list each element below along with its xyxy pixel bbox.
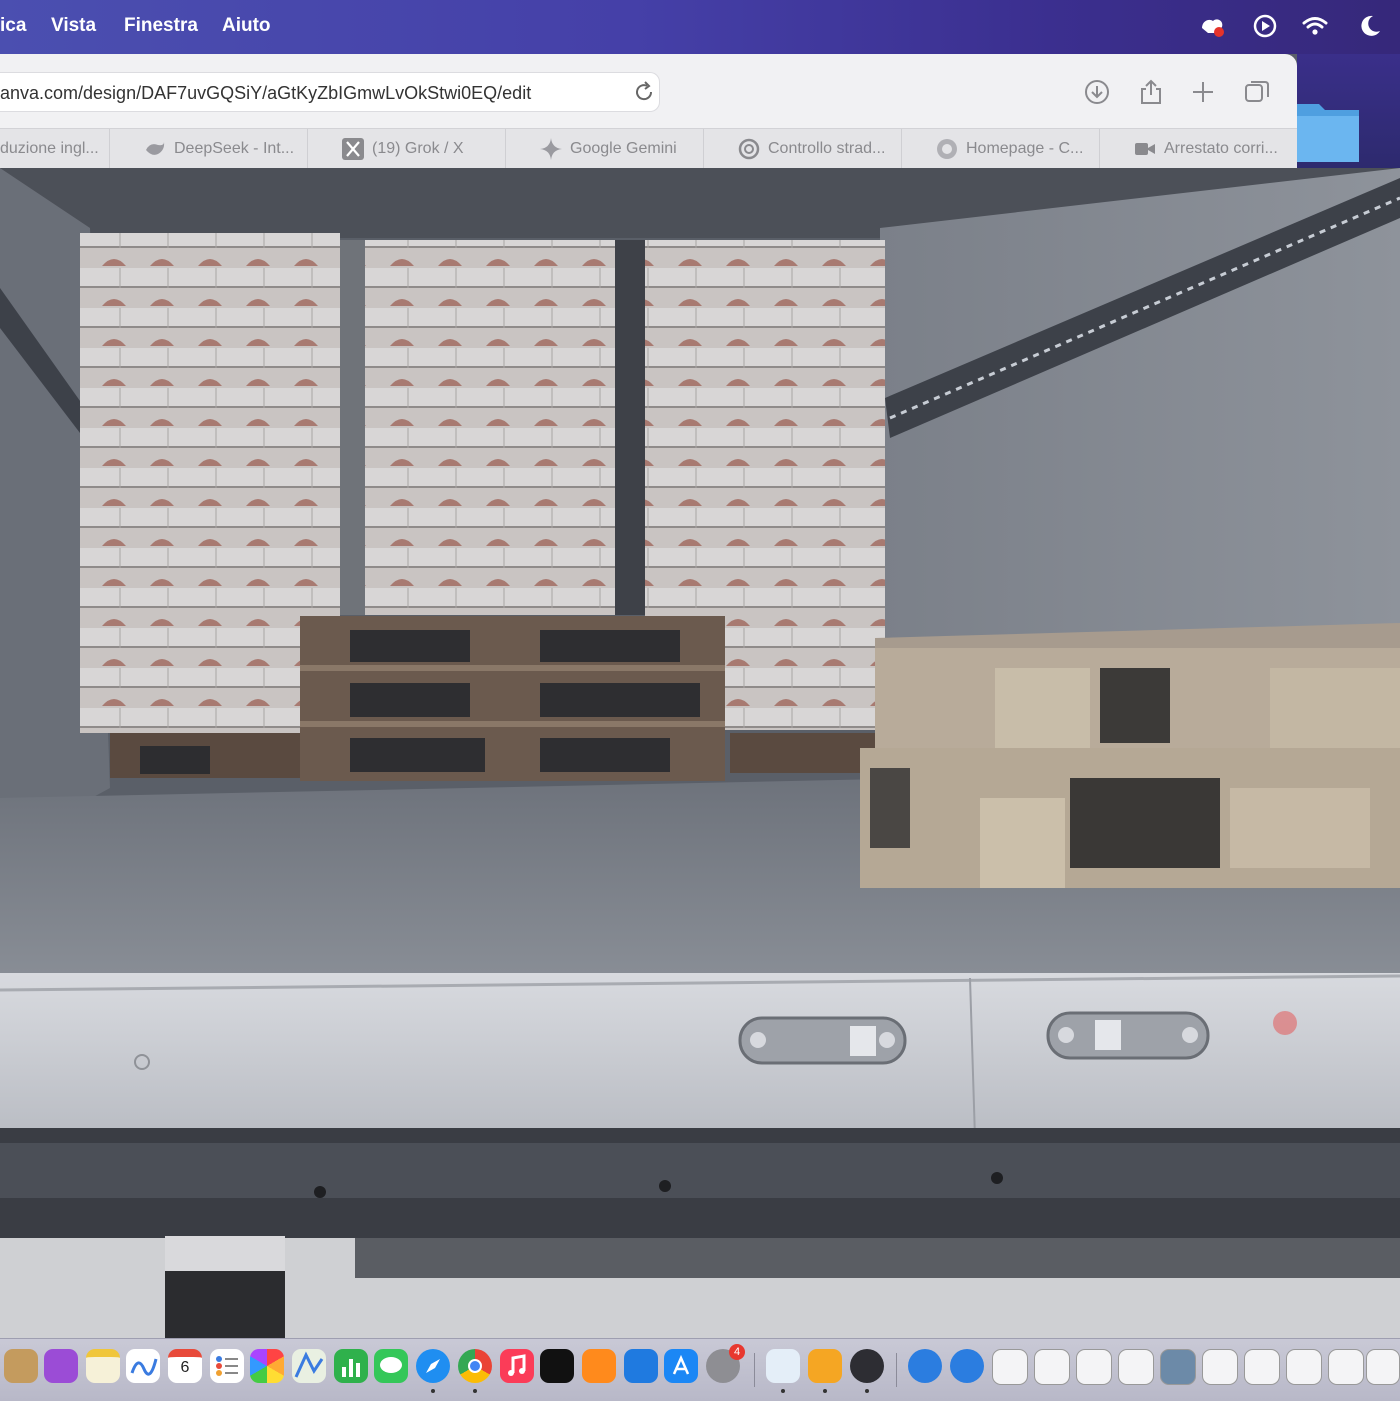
maps-route-icon xyxy=(294,1351,324,1378)
menu-item-finestra[interactable]: Finestra xyxy=(124,15,198,37)
globe-icon-2[interactable] xyxy=(950,1349,984,1383)
deepseek-icon xyxy=(146,142,165,155)
minimized-window-10[interactable] xyxy=(1366,1349,1400,1385)
preview-icon[interactable] xyxy=(766,1349,800,1383)
moon-icon[interactable] xyxy=(1356,12,1384,40)
folder-icon[interactable] xyxy=(1297,96,1359,162)
system-preferences-icon[interactable]: 4 xyxy=(706,1344,745,1383)
minimized-window-1[interactable] xyxy=(992,1349,1028,1385)
x-icon xyxy=(342,138,364,160)
menu-item-aiuto[interactable]: Aiuto xyxy=(222,15,271,37)
menu-item-vista[interactable]: Vista xyxy=(51,15,96,37)
tab-label: Homepage - C... xyxy=(966,140,1084,157)
compass-icon xyxy=(426,1359,440,1373)
safari-icon[interactable] xyxy=(416,1349,450,1383)
dock-separator xyxy=(754,1353,755,1387)
minimized-window-5[interactable] xyxy=(1160,1349,1196,1385)
running-indicator xyxy=(823,1389,827,1393)
contacts-icon[interactable] xyxy=(4,1349,38,1383)
tab-label: (19) Grok / X xyxy=(372,140,464,157)
tab-label: duzione ingl... xyxy=(0,140,99,157)
latch-handle-left xyxy=(738,1016,907,1065)
books-icon[interactable] xyxy=(582,1349,616,1383)
tab-arrestato[interactable]: Arrestato corri... xyxy=(1100,129,1297,169)
address-bar[interactable]: anva.com/design/DAF7uvGQSiY/aGtKyZbIGmwL… xyxy=(0,72,660,112)
tab-deepseek[interactable]: DeepSeek - Int... xyxy=(110,129,308,169)
tab-controllo[interactable]: Controllo strad... xyxy=(704,129,902,169)
messages-icon[interactable] xyxy=(374,1349,408,1383)
app-store-icon[interactable] xyxy=(664,1349,698,1383)
speech-bubble-icon xyxy=(380,1357,402,1373)
chrome-center-icon xyxy=(468,1359,482,1373)
freeform-icon[interactable] xyxy=(126,1349,160,1383)
tab-traduzione[interactable]: duzione ingl... xyxy=(0,129,110,169)
menu-bar: ica Vista Finestra Aiuto xyxy=(0,0,1400,54)
new-tab-icon[interactable] xyxy=(1189,78,1217,106)
minimized-window-4[interactable] xyxy=(1118,1349,1154,1385)
latch-handle-right xyxy=(1046,1011,1210,1060)
minimized-window-6[interactable] xyxy=(1202,1349,1238,1385)
photos-icon[interactable] xyxy=(250,1349,284,1383)
notes-icon[interactable] xyxy=(86,1349,120,1383)
music-icon[interactable] xyxy=(500,1349,534,1383)
tab-grok[interactable]: (19) Grok / X xyxy=(308,129,506,169)
creative-cloud-icon[interactable] xyxy=(1198,12,1226,40)
tab-gemini[interactable]: Google Gemini xyxy=(506,129,704,169)
download-icon[interactable] xyxy=(1083,78,1111,106)
video-frame xyxy=(0,168,1400,1338)
tab-overview-icon[interactable] xyxy=(1243,78,1271,106)
browser-toolbar: anva.com/design/DAF7uvGQSiY/aGtKyZbIGmwL… xyxy=(0,54,1297,169)
menu-item-ica[interactable]: ica xyxy=(0,15,26,37)
running-indicator xyxy=(431,1389,435,1393)
dock: 6 4 xyxy=(0,1338,1400,1401)
numbers-icon[interactable] xyxy=(334,1349,368,1383)
running-indicator xyxy=(781,1389,785,1393)
share-icon[interactable] xyxy=(1137,78,1165,106)
freeform-scribble-icon xyxy=(130,1358,158,1376)
empty-pallets-center xyxy=(300,616,725,781)
tab-label: DeepSeek - Int... xyxy=(174,140,295,157)
app-store-a-icon xyxy=(672,1354,690,1375)
quicktime-icon[interactable] xyxy=(850,1349,884,1383)
url-text: anva.com/design/DAF7uvGQSiY/aGtKyZbIGmwL… xyxy=(0,83,532,103)
tab-bar: duzione ingl... DeepSeek - Int... (19) G… xyxy=(0,128,1297,169)
video-icon xyxy=(1135,143,1155,155)
minimized-window-7[interactable] xyxy=(1244,1349,1280,1385)
play-circle-icon[interactable] xyxy=(1251,12,1279,40)
empty-pallets-right xyxy=(860,623,1400,888)
pages-icon[interactable] xyxy=(808,1349,842,1383)
tab-label: Controllo strad... xyxy=(768,140,886,157)
openai-icon xyxy=(738,138,760,160)
reminders-icon[interactable] xyxy=(210,1349,244,1383)
running-indicator xyxy=(865,1389,869,1393)
calendar-icon[interactable]: 6 xyxy=(168,1349,202,1383)
apple-tv-icon[interactable] xyxy=(540,1349,574,1383)
globe-icon[interactable] xyxy=(908,1349,942,1383)
minimized-window-2[interactable] xyxy=(1034,1349,1070,1385)
numbers-bars-icon xyxy=(342,1359,360,1377)
wifi-icon[interactable] xyxy=(1301,12,1329,40)
tab-label: Arrestato corri... xyxy=(1164,140,1278,157)
podcasts-icon[interactable] xyxy=(44,1349,78,1383)
minimized-window-9[interactable] xyxy=(1328,1349,1364,1385)
music-note-icon xyxy=(508,1354,526,1376)
truck-cargo-scene xyxy=(0,168,1400,1338)
dock-separator xyxy=(896,1353,897,1387)
maps-icon[interactable] xyxy=(292,1349,326,1383)
notification-badge: 4 xyxy=(729,1344,745,1360)
minimized-window-3[interactable] xyxy=(1076,1349,1112,1385)
homepage-icon xyxy=(937,139,957,159)
gemini-icon xyxy=(540,138,562,160)
reminders-list-icon xyxy=(216,1356,238,1376)
keynote-icon[interactable] xyxy=(624,1349,658,1383)
running-indicator xyxy=(473,1389,477,1393)
reload-icon[interactable] xyxy=(632,80,656,104)
tab-label: Google Gemini xyxy=(570,140,677,157)
tab-homepage[interactable]: Homepage - C... xyxy=(902,129,1100,169)
calendar-date: 6 xyxy=(180,1359,190,1376)
minimized-window-8[interactable] xyxy=(1286,1349,1322,1385)
chrome-icon[interactable] xyxy=(458,1349,492,1383)
